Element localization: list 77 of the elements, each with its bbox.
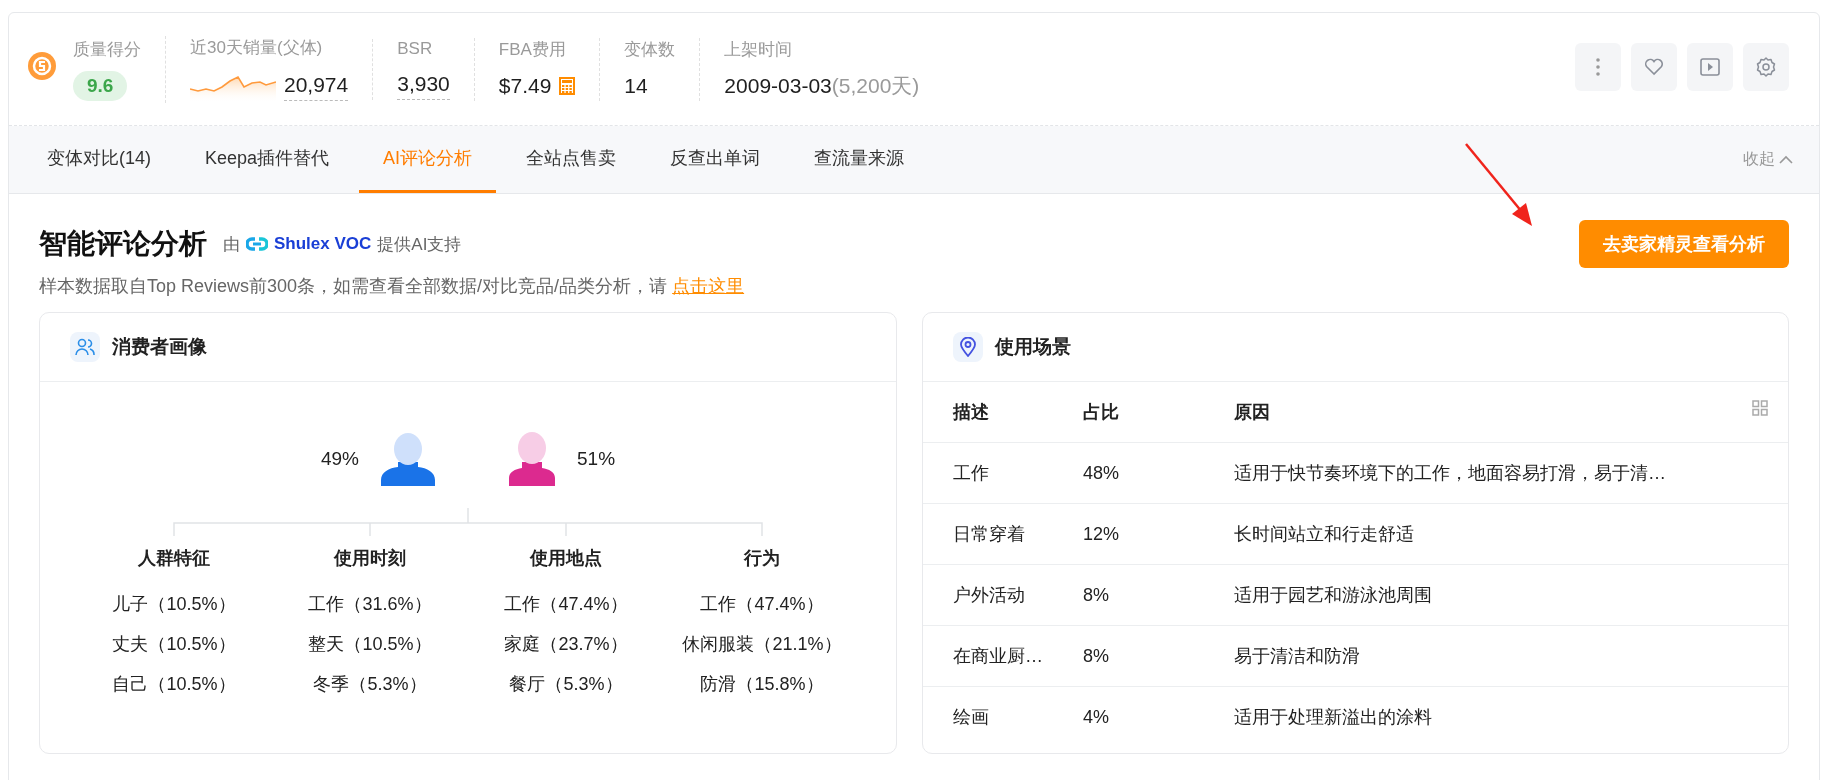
column-header: 占比 (1083, 402, 1119, 422)
settings-icon (1755, 56, 1777, 78)
table-cell: 户外活动 (953, 585, 1025, 605)
settings-button[interactable] (1743, 43, 1789, 91)
table-cell: 适用于园艺和游泳池周围 (1234, 585, 1432, 605)
video-button[interactable] (1687, 43, 1733, 91)
stat-value: 3,930 (397, 68, 450, 100)
people-icon (70, 332, 100, 362)
stat-value: $7.49 (498, 72, 552, 99)
table-cell: 绘画 (953, 707, 989, 727)
group-item: 家庭（23.7%） (504, 633, 628, 656)
stat-label: 近30天销量(父体) (190, 36, 324, 59)
provider-suffix: 提供AI支持 (377, 233, 462, 256)
group-item: 整天（10.5%） (308, 633, 432, 656)
stat-label: FBA费用 (498, 38, 567, 61)
group-heading: 行为 (744, 547, 780, 570)
provider-name: Shulex VOC (274, 234, 372, 254)
group-heading: 使用地点 (530, 547, 602, 570)
table-cell: 48% (1083, 462, 1120, 483)
tab[interactable]: 变体对比(14) (23, 126, 175, 193)
heart-icon (1644, 58, 1664, 76)
female-share: 51% (577, 448, 616, 470)
stat-value: 2009-03-03 (724, 72, 832, 99)
table-cell: 4% (1083, 706, 1109, 727)
table-cell: 适用于快节奏环境下的工作，地面容易打滑，易于清… (1234, 463, 1666, 483)
logo-icon (27, 51, 57, 81)
table-cell: 8% (1083, 645, 1109, 666)
group-item: 自己（10.5%） (112, 673, 236, 696)
group-item: 工作（47.4%） (700, 593, 824, 616)
male-share: 49% (320, 448, 359, 470)
stat-label: 变体数 (624, 38, 676, 61)
group-item: 防滑（15.8%） (700, 673, 824, 696)
table-cell: 工作 (953, 463, 989, 483)
group-item: 餐厅（5.3%） (509, 673, 623, 696)
table-cell: 8% (1083, 584, 1109, 605)
stat-label: 质量得分 (73, 38, 141, 61)
tab[interactable]: Keepa插件替代 (181, 126, 354, 193)
group-item: 工作（31.6%） (308, 593, 432, 616)
chain-link-logo-icon (246, 236, 268, 252)
male-silhouette-icon (381, 432, 435, 486)
group-item: 工作（47.4%） (504, 593, 628, 616)
stat-value: 20,974 (284, 70, 349, 101)
vertical-dots-icon (1596, 58, 1600, 76)
column-header: 描述 (953, 402, 989, 422)
sample-data-note: 样本数据取自Top Reviews前300条，如需查看全部数据/对比竞品/品类分析，请 点击这里 (39, 275, 746, 298)
location-pin-icon (953, 332, 983, 362)
favorite-button[interactable] (1631, 43, 1677, 91)
group-item: 休闲服装（21.1%） (682, 633, 842, 656)
table-cell: 适用于处理新溢出的涂料 (1234, 707, 1432, 727)
section-title: 智能评论分析 (39, 227, 207, 261)
days-listed: (5,200天) (831, 72, 920, 99)
chevron-up-icon (1779, 155, 1793, 164)
group-heading: 使用时刻 (334, 547, 406, 570)
grid-icon[interactable] (1752, 400, 1768, 416)
card-title: 使用场景 (995, 335, 1071, 359)
table-cell: 在商业厨… (953, 646, 1043, 666)
tab[interactable]: 查流量来源 (790, 126, 929, 193)
group-item: 儿子（10.5%） (112, 593, 236, 616)
calculator-icon[interactable] (559, 76, 576, 95)
card-title: 消费者画像 (112, 335, 207, 359)
column-header: 原因 (1234, 402, 1270, 422)
female-silhouette-icon (509, 432, 555, 486)
table-cell: 易于清洁和防滑 (1234, 646, 1360, 666)
group-heading: 人群特征 (138, 547, 210, 570)
group-item: 冬季（5.3%） (313, 673, 427, 696)
table-cell: 长时间站立和行走舒适 (1234, 524, 1414, 544)
group-item: 丈夫（10.5%） (112, 633, 236, 656)
tab[interactable]: 反查出单词 (646, 126, 785, 193)
tab[interactable]: 全站点售卖 (502, 126, 641, 193)
table-cell: 12% (1083, 523, 1120, 544)
quality-score-badge: 9.6 (73, 70, 128, 101)
stat-label: BSR (397, 38, 434, 59)
stat-label: 上架时间 (724, 38, 794, 61)
provider-prefix: 由 (223, 233, 240, 256)
stat-value: 14 (624, 72, 649, 99)
play-icon (1700, 58, 1720, 76)
table-cell: 日常穿着 (953, 524, 1025, 544)
